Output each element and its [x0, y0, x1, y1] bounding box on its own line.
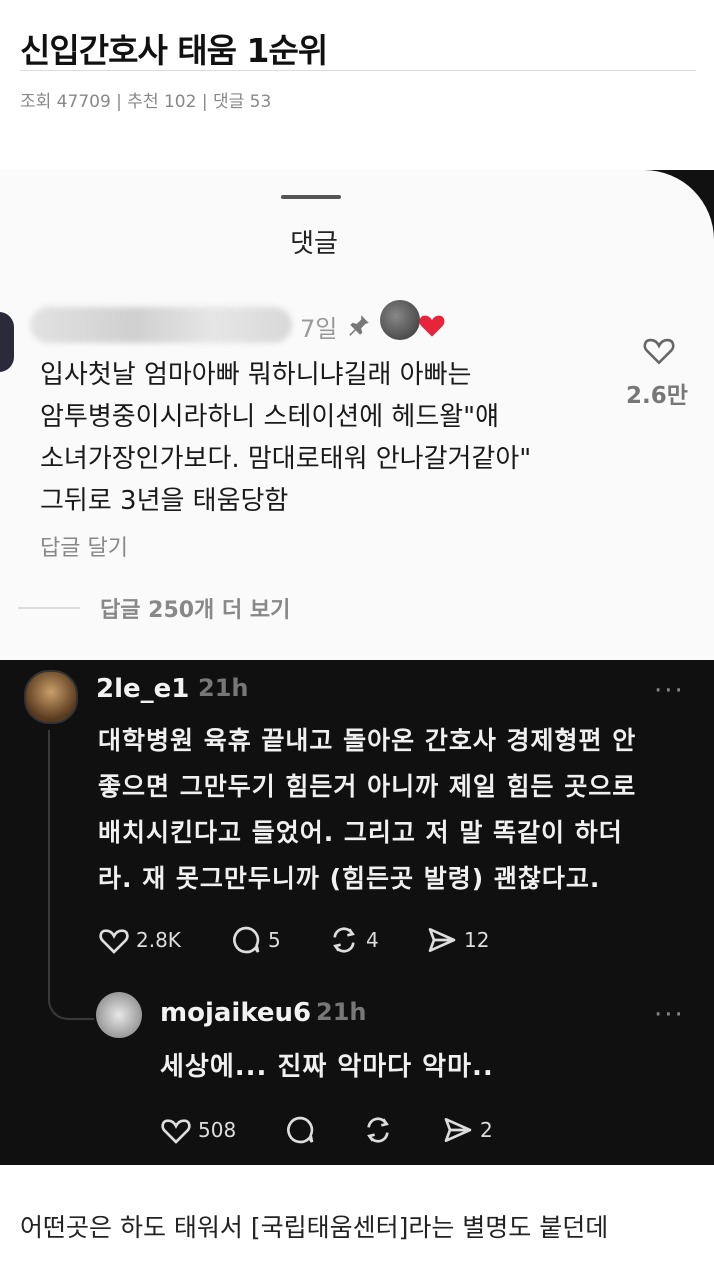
- post-body-text: 어떤곳은 하도 태워서 [국립태움센터]라는 별명도 붙던데: [20, 1213, 609, 1242]
- reply-comment-button[interactable]: [284, 1114, 316, 1146]
- reply-button[interactable]: 답글 달기: [40, 530, 128, 562]
- share-button[interactable]: 12: [426, 924, 489, 956]
- heart-icon: [161, 1119, 191, 1144]
- reply-author-username[interactable]: mojaikeu6: [160, 998, 311, 1028]
- comment-count: 5: [268, 928, 281, 952]
- reply-more-options-icon[interactable]: ···: [654, 1000, 685, 1030]
- post-title: 신입간호사 태움 1순위: [20, 31, 328, 70]
- view-more-replies-button[interactable]: 답글 250개 더 보기: [100, 592, 290, 624]
- reply-share-count: 2: [480, 1118, 493, 1142]
- repost-count: 4: [366, 928, 379, 952]
- reply-time: 21h: [316, 998, 367, 1026]
- author-avatar[interactable]: [24, 670, 78, 724]
- author-username[interactable]: 2le_e1: [96, 674, 189, 704]
- thread-connector: [48, 980, 94, 1020]
- comment-button[interactable]: 5: [230, 924, 281, 956]
- post-meta: 조회 47709 | 추천 102 | 댓글 53: [20, 92, 272, 112]
- reply-share-button[interactable]: 2: [442, 1114, 493, 1146]
- comment-icon: [287, 1116, 314, 1144]
- reply-text: 세상에... 진짜 악마다 악마..: [160, 1052, 494, 1082]
- like-count: 2.8K: [136, 928, 181, 952]
- send-icon: [444, 1118, 472, 1142]
- repost-icon: [333, 927, 355, 953]
- post-time: 21h: [198, 674, 249, 702]
- comment-text: 입사첫날 엄마아빠 뭐하니냐길래 아빠는 암투병중이시라하니 스테이션에 헤드왈…: [40, 360, 532, 516]
- creator-heart-icon: [419, 315, 445, 337]
- reply-like-count: 508: [198, 1118, 237, 1142]
- reply-author-avatar[interactable]: [96, 992, 142, 1038]
- sheet-title: 댓글: [290, 229, 338, 259]
- like-count: 2.6만: [626, 383, 688, 409]
- like-button[interactable]: 2.8K: [98, 924, 181, 956]
- reply-like-button[interactable]: 508: [160, 1114, 236, 1146]
- blurred-username: [30, 307, 292, 343]
- heart-icon[interactable]: [642, 334, 676, 366]
- commenter-avatar[interactable]: [0, 312, 14, 372]
- thread-post-text: 대학병원 육휴 끝내고 돌아온 간호사 경제형편 안 좋으면 그만두기 힘든거 …: [98, 726, 637, 893]
- share-count: 12: [464, 928, 490, 952]
- more-options-icon[interactable]: ···: [654, 676, 685, 706]
- creator-avatar: [380, 300, 420, 340]
- send-icon: [428, 928, 456, 952]
- thread-line: [48, 730, 50, 1000]
- heart-icon: [99, 929, 129, 954]
- pin-icon: [349, 315, 369, 336]
- comment-icon: [233, 926, 260, 954]
- comment-time: 7일: [300, 315, 338, 343]
- repost-icon: [367, 1117, 389, 1143]
- sheet-drag-handle[interactable]: [281, 195, 341, 199]
- title-divider: [20, 70, 696, 71]
- replies-divider: [18, 607, 80, 609]
- repost-button[interactable]: 4: [328, 924, 379, 956]
- reply-repost-button[interactable]: [362, 1114, 394, 1146]
